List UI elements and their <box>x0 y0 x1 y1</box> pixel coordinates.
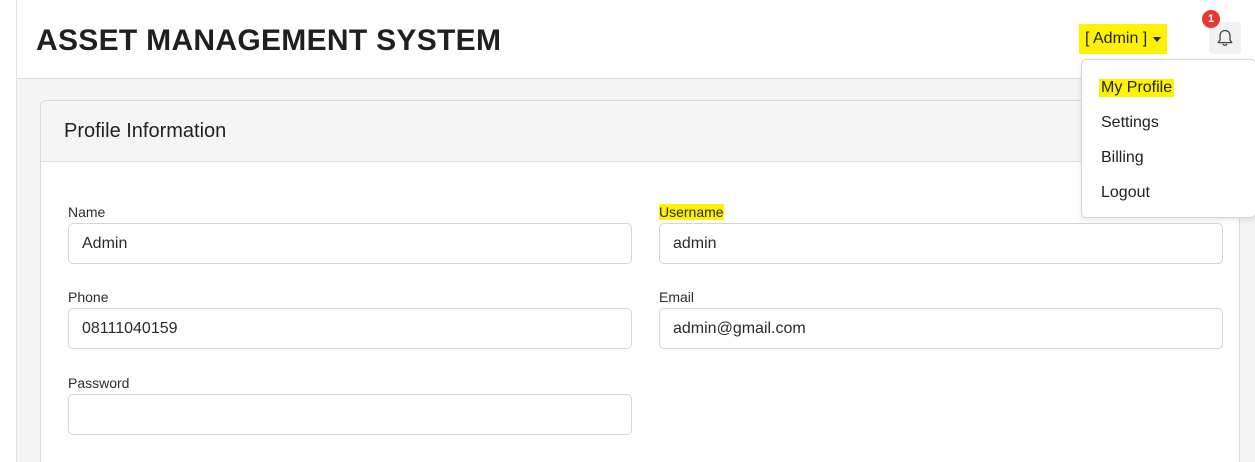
profile-card-title: Profile Information <box>64 119 227 142</box>
app-title: ASSET MANAGEMENT SYSTEM <box>36 24 502 57</box>
notifications-button[interactable]: 1 <box>1202 10 1241 54</box>
password-label: Password <box>68 375 130 391</box>
bell-icon <box>1217 29 1233 46</box>
app-shell: ASSET MANAGEMENT SYSTEM [ Admin ] 1 Prof… <box>16 0 1255 462</box>
profile-card: Profile Information Name Username Phone … <box>40 100 1240 462</box>
menu-item-settings[interactable]: Settings <box>1099 114 1161 132</box>
email-label: Email <box>659 289 695 305</box>
user-menu-label: [ Admin ] <box>1085 30 1148 47</box>
menu-item-my-profile[interactable]: My Profile <box>1099 79 1175 97</box>
menu-item-billing[interactable]: Billing <box>1099 149 1146 167</box>
profile-card-header: Profile Information <box>41 101 1239 162</box>
name-input[interactable] <box>68 223 632 264</box>
user-menu-toggle[interactable]: [ Admin ] <box>1079 24 1168 54</box>
phone-input[interactable] <box>68 308 632 349</box>
phone-field-group: Phone <box>68 289 632 349</box>
user-menu-dropdown: My Profile Settings Billing Logout <box>1081 59 1255 218</box>
phone-label: Phone <box>68 289 109 305</box>
email-field-group: Email <box>659 289 1223 349</box>
name-field-group: Name <box>68 204 632 264</box>
username-input[interactable] <box>659 223 1223 264</box>
email-input[interactable] <box>659 308 1223 349</box>
caret-down-icon <box>1153 36 1162 42</box>
name-label: Name <box>68 204 106 220</box>
password-field-group: Password <box>68 375 632 435</box>
username-label: Username <box>659 204 724 220</box>
top-navbar: ASSET MANAGEMENT SYSTEM [ Admin ] 1 <box>17 0 1255 79</box>
password-input[interactable] <box>68 394 632 435</box>
notification-badge: 1 <box>1202 10 1220 28</box>
menu-item-logout[interactable]: Logout <box>1099 184 1152 202</box>
